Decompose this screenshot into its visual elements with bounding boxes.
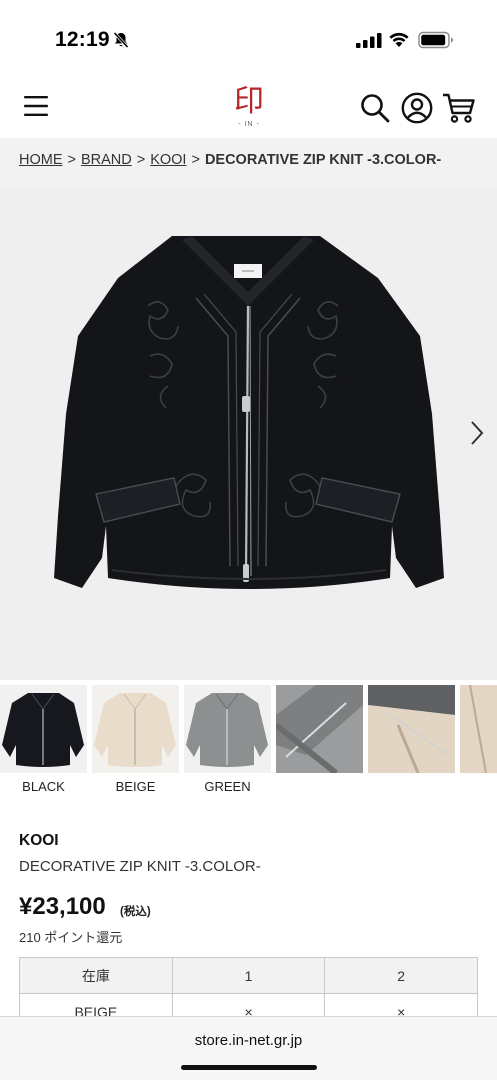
tax-included-note: (税込)	[120, 906, 151, 918]
thumbnail-label-black: BLACK	[22, 779, 65, 794]
browser-url[interactable]: store.in-net.gr.jp	[0, 1032, 497, 1049]
stock-table-header: 在庫 1 2	[19, 957, 478, 994]
thumbnail-beige[interactable]	[92, 685, 179, 773]
stock-header-label: 在庫	[19, 957, 173, 994]
thumbnail-green[interactable]	[184, 685, 271, 773]
reward-points: 210 ポイント還元	[19, 930, 123, 945]
carousel-next-arrow-icon[interactable]	[466, 418, 486, 448]
thumbnail-black-image	[0, 685, 87, 773]
account-icon[interactable]	[401, 92, 433, 124]
thumbnail-detail-1-image	[276, 685, 363, 773]
thumbnail-labels: BLACK BEIGE GREEN	[0, 779, 497, 799]
cellular-signal-icon	[356, 33, 382, 48]
breadcrumb-link-kooi[interactable]: KOOI	[150, 152, 186, 168]
site-logo[interactable]: 印 - IN -	[229, 84, 269, 132]
thumbnail-detail-3-image	[460, 685, 497, 773]
status-time: 12:19	[55, 28, 110, 51]
hamburger-menu-icon[interactable]	[24, 95, 48, 117]
thumbnail-detail-2[interactable]	[368, 685, 455, 773]
bell-mute-icon	[113, 31, 129, 49]
cart-icon[interactable]	[442, 92, 476, 124]
logo-subtext: - IN -	[238, 121, 260, 128]
browser-url-bar[interactable]: store.in-net.gr.jp	[0, 1016, 497, 1080]
thumbnail-strip	[0, 685, 497, 773]
thumbnail-label-beige: BEIGE	[115, 779, 156, 794]
thumbnail-detail-3[interactable]	[460, 685, 497, 773]
breadcrumb-separator: >	[191, 152, 200, 168]
product-name: DECORATIVE ZIP KNIT -3.COLOR-	[19, 858, 261, 875]
thumbnail-green-image	[184, 685, 271, 773]
breadcrumb-link-home[interactable]: HOME	[19, 152, 63, 168]
thumbnail-label-green: GREEN	[204, 779, 251, 794]
search-icon[interactable]	[360, 93, 390, 123]
breadcrumb-separator: >	[67, 152, 76, 168]
thumbnail-detail-1[interactable]	[276, 685, 363, 773]
product-price: ¥23,100	[19, 893, 106, 920]
breadcrumb-link-brand[interactable]: BRAND	[81, 152, 132, 168]
thumbnail-detail-2-image	[368, 685, 455, 773]
breadcrumb: HOME > BRAND > KOOI > DECORATIVE ZIP KNIT -3.C…	[0, 138, 497, 186]
stock-header-size-2: 2	[324, 957, 478, 994]
product-photo-cardigan	[54, 236, 444, 589]
status-bar: 12:19	[0, 0, 497, 80]
wifi-icon	[389, 32, 409, 47]
thumbnail-beige-image	[92, 685, 179, 773]
stock-header-size-1: 1	[171, 957, 326, 994]
breadcrumb-separator: >	[136, 152, 146, 168]
battery-icon	[418, 31, 453, 49]
product-brand[interactable]: KOOI	[19, 832, 59, 850]
product-image-carousel[interactable]	[0, 186, 497, 680]
home-indicator	[181, 1065, 317, 1070]
breadcrumb-current: DECORATIVE ZIP KNIT -3.COLOR-	[204, 152, 442, 168]
thumbnail-black[interactable]	[0, 685, 87, 773]
site-header: 印 - IN -	[0, 80, 497, 138]
logo-mark: 印	[234, 84, 264, 119]
